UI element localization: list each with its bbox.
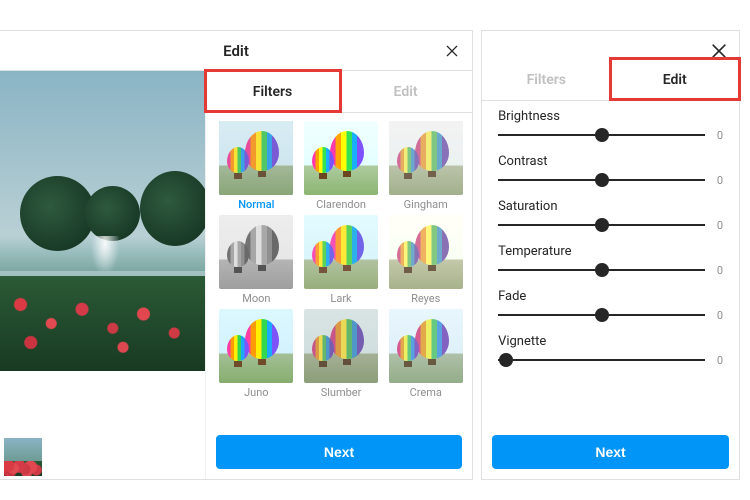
- filter-label: Normal: [238, 198, 274, 211]
- tabs: Filters Edit: [482, 59, 739, 101]
- slider-value: 0: [713, 129, 723, 142]
- thumbnail[interactable]: [4, 438, 42, 476]
- filter-item-normal[interactable]: Normal: [216, 121, 297, 211]
- close-icon: [709, 41, 729, 61]
- tab-filters[interactable]: Filters: [206, 71, 339, 113]
- filter-thumb: [304, 309, 378, 383]
- adjustment-label: Temperature: [498, 244, 723, 259]
- slider[interactable]: [498, 263, 705, 277]
- tab-edit[interactable]: Edit: [339, 71, 472, 113]
- filter-thumb: [389, 309, 463, 383]
- filter-label: Reyes: [411, 292, 440, 305]
- adjustment-vignette: Vignette 0: [498, 334, 723, 367]
- filter-item-clarendon[interactable]: Clarendon: [301, 121, 382, 211]
- filter-thumb: [219, 309, 293, 383]
- filter-label: Clarendon: [316, 198, 366, 211]
- adjustment-label: Vignette: [498, 334, 723, 349]
- next-button[interactable]: Next: [216, 435, 462, 469]
- filters-dialog: Edit: [0, 30, 473, 480]
- filter-item-moon[interactable]: Moon: [216, 215, 297, 305]
- filter-item-crema[interactable]: Crema: [385, 309, 466, 399]
- filter-label: Moon: [242, 292, 270, 305]
- thumbnail-strip: [0, 434, 205, 479]
- slider[interactable]: [498, 173, 705, 187]
- slider[interactable]: [498, 218, 705, 232]
- preview-column: [0, 71, 205, 479]
- slider[interactable]: [498, 353, 705, 367]
- close-icon: [444, 43, 460, 59]
- adjustment-brightness: Brightness 0: [498, 109, 723, 142]
- slider-value: 0: [713, 264, 723, 277]
- adjustment-saturation: Saturation 0: [498, 199, 723, 232]
- filter-label: Slumber: [321, 386, 362, 399]
- filter-thumb: [219, 215, 293, 289]
- slider-value: 0: [713, 174, 723, 187]
- adjustment-temperature: Temperature 0: [498, 244, 723, 277]
- filter-label: Juno: [244, 386, 268, 399]
- adjustments-list: Brightness0Contrast0Saturation0Temperatu…: [482, 101, 739, 429]
- adjustment-label: Brightness: [498, 109, 723, 124]
- image-preview: [0, 71, 205, 371]
- filter-thumb: [219, 121, 293, 195]
- adjustment-label: Contrast: [498, 154, 723, 169]
- tab-filters[interactable]: Filters: [482, 59, 610, 101]
- filter-item-lark[interactable]: Lark: [301, 215, 382, 305]
- filter-item-gingham[interactable]: Gingham: [385, 121, 466, 211]
- filter-thumb: [389, 121, 463, 195]
- filter-thumb: [304, 121, 378, 195]
- close-button[interactable]: [442, 41, 462, 61]
- tab-edit[interactable]: Edit: [611, 59, 739, 101]
- close-button[interactable]: [709, 41, 729, 61]
- edit-dialog: Filters Edit Brightness0Contrast0Saturat…: [481, 30, 740, 480]
- next-button[interactable]: Next: [492, 435, 729, 469]
- slider-value: 0: [713, 219, 723, 232]
- adjustment-fade: Fade 0: [498, 289, 723, 322]
- filters-column: Filters Edit Normal Clarendon Gingham Moon L…: [205, 71, 472, 479]
- slider-value: 0: [713, 309, 723, 322]
- dialog-header: Edit: [0, 31, 472, 71]
- tabs: Filters Edit: [206, 71, 472, 113]
- slider[interactable]: [498, 128, 705, 142]
- filters-scroll[interactable]: Normal Clarendon Gingham Moon Lark Reyes Juno S…: [206, 113, 472, 429]
- adjustment-label: Saturation: [498, 199, 723, 214]
- filter-label: Lark: [330, 292, 351, 305]
- dialog-title: Edit: [223, 42, 249, 60]
- filter-thumb: [304, 215, 378, 289]
- filter-label: Crema: [410, 386, 442, 399]
- filter-item-slumber[interactable]: Slumber: [301, 309, 382, 399]
- slider-value: 0: [713, 354, 723, 367]
- filter-item-juno[interactable]: Juno: [216, 309, 297, 399]
- filter-item-reyes[interactable]: Reyes: [385, 215, 466, 305]
- slider[interactable]: [498, 308, 705, 322]
- filter-label: Gingham: [404, 198, 448, 211]
- adjustment-contrast: Contrast 0: [498, 154, 723, 187]
- filter-thumb: [389, 215, 463, 289]
- adjustment-label: Fade: [498, 289, 723, 304]
